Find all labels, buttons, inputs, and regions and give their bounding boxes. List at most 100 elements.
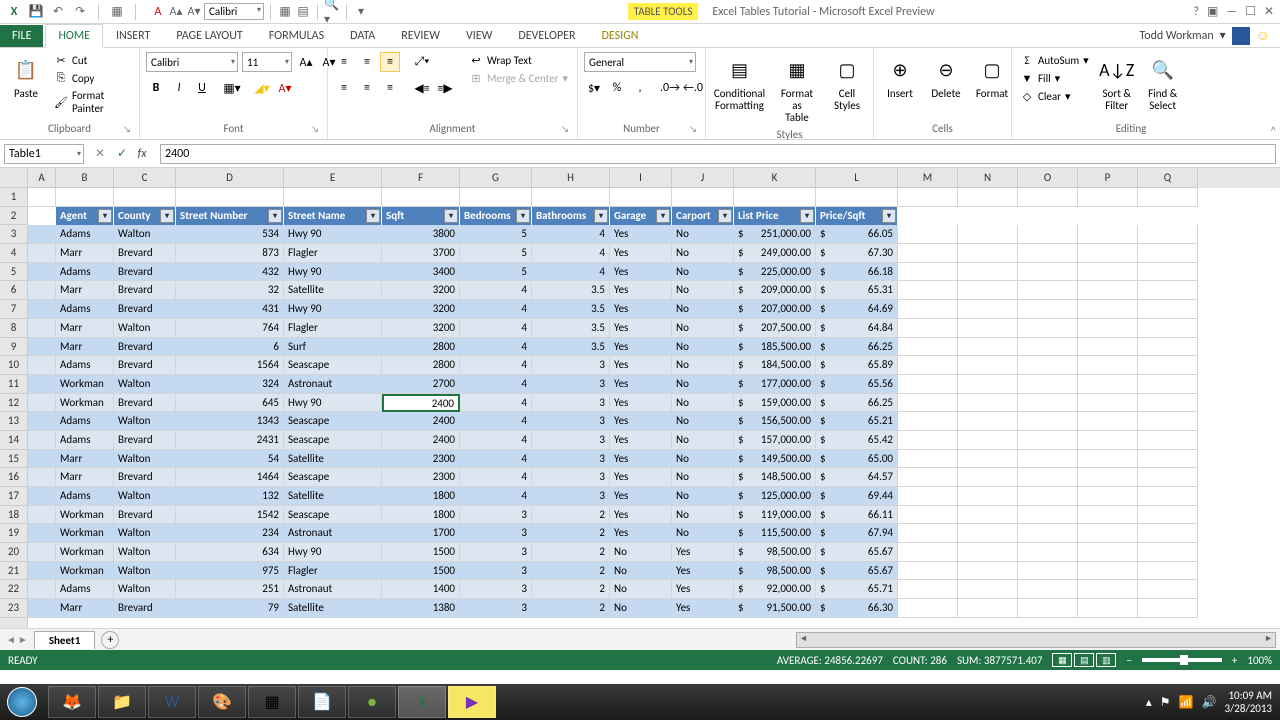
cell[interactable] (958, 394, 1018, 413)
cell[interactable] (28, 356, 56, 375)
cell[interactable] (1018, 412, 1078, 431)
cell[interactable] (1138, 543, 1198, 562)
cell[interactable] (898, 263, 958, 282)
cell[interactable]: No (672, 375, 734, 394)
cell[interactable]: 67.30 (816, 244, 898, 263)
row-header[interactable]: 19 (0, 524, 27, 543)
cell[interactable]: 65.89 (816, 356, 898, 375)
cell[interactable]: Hwy 90 (284, 263, 382, 282)
formulas-tab[interactable]: FORMULAS (256, 24, 337, 48)
tray-volume-icon[interactable]: 🔊 (1202, 695, 1217, 710)
cell[interactable]: 249,000.00 (734, 244, 816, 263)
cell[interactable] (1138, 412, 1198, 431)
cell[interactable] (898, 468, 958, 487)
table-header-cell[interactable]: Carport▾ (672, 207, 734, 226)
view-tab[interactable]: VIEW (453, 24, 505, 48)
cell[interactable] (958, 263, 1018, 282)
indent-increase-icon[interactable]: ≡▶ (435, 78, 455, 98)
cell[interactable] (1078, 580, 1138, 599)
cell[interactable] (958, 506, 1018, 525)
cell[interactable] (610, 188, 672, 207)
cell[interactable] (1138, 263, 1198, 282)
cell[interactable]: Adams (56, 300, 114, 319)
cell[interactable] (1078, 188, 1138, 207)
cell[interactable]: 3 (460, 599, 532, 618)
cell[interactable] (958, 580, 1018, 599)
help-icon[interactable]: ? (1193, 5, 1199, 19)
cell[interactable]: Brevard (114, 394, 176, 413)
cell[interactable]: 4 (460, 338, 532, 357)
tray-show-hidden-icon[interactable]: ▴ (1146, 695, 1152, 710)
cell[interactable]: No (672, 487, 734, 506)
cell[interactable]: Yes (610, 524, 672, 543)
cell[interactable]: 3 (532, 468, 610, 487)
cell[interactable]: Yes (610, 412, 672, 431)
cell[interactable] (1138, 207, 1198, 226)
cell[interactable]: No (672, 524, 734, 543)
cell[interactable]: 66.25 (816, 394, 898, 413)
cell[interactable]: Adams (56, 580, 114, 599)
cell[interactable] (28, 450, 56, 469)
cell[interactable]: Flagler (284, 319, 382, 338)
row-header[interactable]: 21 (0, 562, 27, 581)
filter-dropdown-icon[interactable]: ▾ (800, 209, 814, 223)
cell[interactable] (958, 412, 1018, 431)
cell[interactable] (1018, 450, 1078, 469)
cell[interactable]: 65.56 (816, 375, 898, 394)
cell[interactable] (1078, 207, 1138, 226)
cell[interactable] (28, 412, 56, 431)
cell[interactable]: 4 (460, 468, 532, 487)
cell[interactable]: 159,000.00 (734, 394, 816, 413)
paste-button[interactable]: 📋 Paste (6, 52, 46, 102)
cell[interactable] (1138, 524, 1198, 543)
font-shrink-qat-icon[interactable]: A▾ (186, 4, 202, 20)
cell[interactable]: 65.67 (816, 562, 898, 581)
cell[interactable]: 1400 (382, 580, 460, 599)
cell[interactable]: No (672, 263, 734, 282)
cell[interactable] (898, 580, 958, 599)
row-header[interactable]: 17 (0, 487, 27, 506)
cell[interactable]: 4 (460, 431, 532, 450)
cell[interactable]: Yes (610, 244, 672, 263)
cell[interactable]: No (610, 599, 672, 618)
cell[interactable]: 251 (176, 580, 284, 599)
row-header[interactable]: 7 (0, 300, 27, 319)
qat-zoom-icon[interactable]: 🔍▾ (324, 4, 340, 20)
cell[interactable] (28, 244, 56, 263)
cell[interactable]: 98,500.00 (734, 543, 816, 562)
cell[interactable]: 65.21 (816, 412, 898, 431)
clipboard-launcher[interactable]: ↘ (123, 124, 131, 135)
cell[interactable]: 2 (532, 506, 610, 525)
cell[interactable]: 3400 (382, 263, 460, 282)
cell[interactable] (898, 338, 958, 357)
font-color-qat-icon[interactable]: A (150, 4, 166, 20)
cell[interactable]: No (672, 281, 734, 300)
format-cells-button[interactable]: ▢Format (972, 52, 1012, 102)
cell[interactable] (1138, 225, 1198, 244)
cell[interactable] (898, 412, 958, 431)
cell[interactable]: 65.00 (816, 450, 898, 469)
home-tab[interactable]: HOME (45, 24, 103, 48)
cell[interactable]: 65.31 (816, 281, 898, 300)
cell[interactable]: No (610, 580, 672, 599)
cell[interactable]: Astronaut (284, 524, 382, 543)
cell[interactable]: 65.42 (816, 431, 898, 450)
cell[interactable]: 3 (460, 543, 532, 562)
cell[interactable] (898, 394, 958, 413)
cell[interactable] (1018, 281, 1078, 300)
cell[interactable]: 149,500.00 (734, 450, 816, 469)
cell[interactable]: 4 (460, 487, 532, 506)
cell[interactable] (1078, 431, 1138, 450)
cell[interactable] (1018, 431, 1078, 450)
italic-button[interactable]: I (169, 78, 189, 98)
cell[interactable] (28, 506, 56, 525)
font-size-select[interactable]: 11 (242, 52, 292, 72)
cell[interactable]: 115,500.00 (734, 524, 816, 543)
cell[interactable] (958, 338, 1018, 357)
cell[interactable]: 2400 (382, 412, 460, 431)
cell[interactable]: 148,500.00 (734, 468, 816, 487)
cell[interactable]: Yes (672, 599, 734, 618)
comma-format-icon[interactable]: , (630, 78, 650, 98)
filter-dropdown-icon[interactable]: ▾ (366, 209, 380, 223)
cell[interactable]: 1564 (176, 356, 284, 375)
